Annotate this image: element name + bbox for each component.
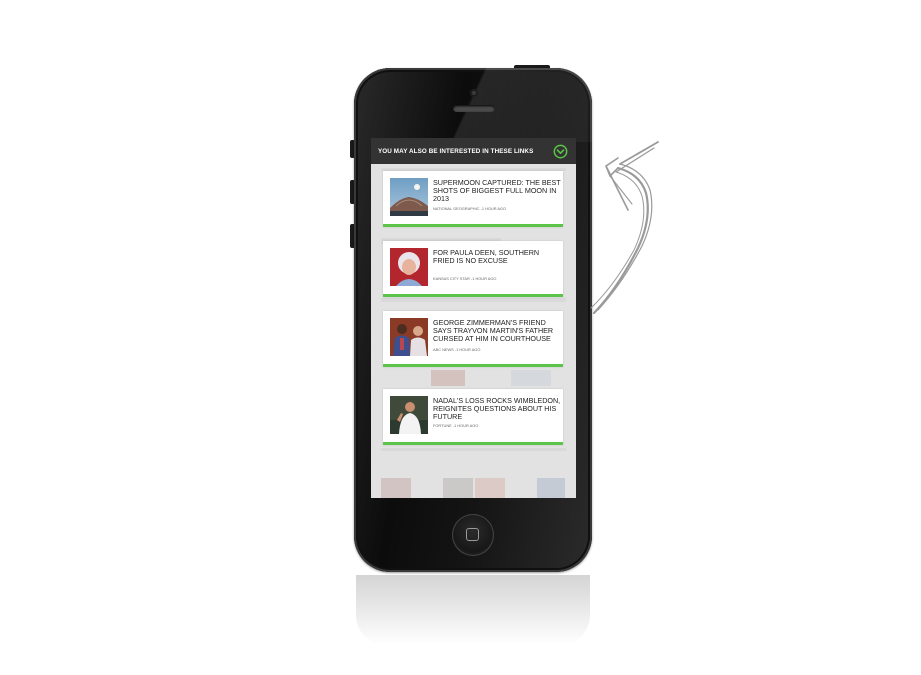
home-square-icon	[466, 528, 479, 541]
people-photo-thumbnail	[390, 318, 428, 356]
earpiece-speaker	[453, 105, 495, 112]
front-camera-icon	[470, 89, 478, 97]
article-card[interactable]: FOR PAULA DEEN, SOUTHERN FRIED IS NO EXC…	[383, 241, 563, 297]
tennis-player-photo-thumbnail	[390, 396, 428, 434]
links-panel-title: YOU MAY ALSO BE INTERESTED IN THESE LINK…	[378, 147, 534, 155]
chevron-down-circle-icon[interactable]	[553, 144, 568, 159]
home-button[interactable]	[452, 514, 494, 556]
article-card[interactable]: NADAL'S LOSS ROCKS WIMBLEDON, REIGNITES …	[383, 389, 563, 445]
portrait-photo-thumbnail	[390, 248, 428, 286]
article-source: ABC NEWS -1 HOUR AGO	[433, 347, 481, 352]
article-source: KANSAS CITY STAR -1 HOUR AGO	[433, 276, 497, 281]
sketch-arrow-icon	[590, 141, 659, 315]
stage: YOU MAY ALSO BE INTERESTED IN THESE LINK…	[0, 0, 921, 675]
moon-photo-thumbnail	[390, 178, 428, 216]
article-card[interactable]: SUPERMOON CAPTURED: THE BEST SHOTS OF BI…	[383, 171, 563, 227]
article-source: NATIONAL GEOGRAPHIC -1 HOUR AGO	[433, 206, 507, 211]
links-panel-header[interactable]: YOU MAY ALSO BE INTERESTED IN THESE LINK…	[371, 138, 576, 164]
article-card[interactable]: GEORGE ZIMMERMAN'S FRIEND SAYS TRAYVON M…	[383, 311, 563, 367]
article-source: FORTUNE -1 HOUR AGO	[433, 423, 479, 428]
article-title[interactable]: NADAL'S LOSS ROCKS WIMBLEDON, REIGNITES …	[433, 396, 561, 422]
phone-screen: YOU MAY ALSO BE INTERESTED IN THESE LINK…	[371, 138, 576, 498]
article-title[interactable]: SUPERMOON CAPTURED: THE BEST SHOTS OF BI…	[433, 178, 561, 204]
article-title[interactable]: FOR PAULA DEEN, SOUTHERN FRIED IS NO EXC…	[433, 248, 561, 265]
article-title[interactable]: GEORGE ZIMMERMAN'S FRIEND SAYS TRAYVON M…	[433, 318, 561, 344]
phone-reflection	[356, 575, 590, 645]
